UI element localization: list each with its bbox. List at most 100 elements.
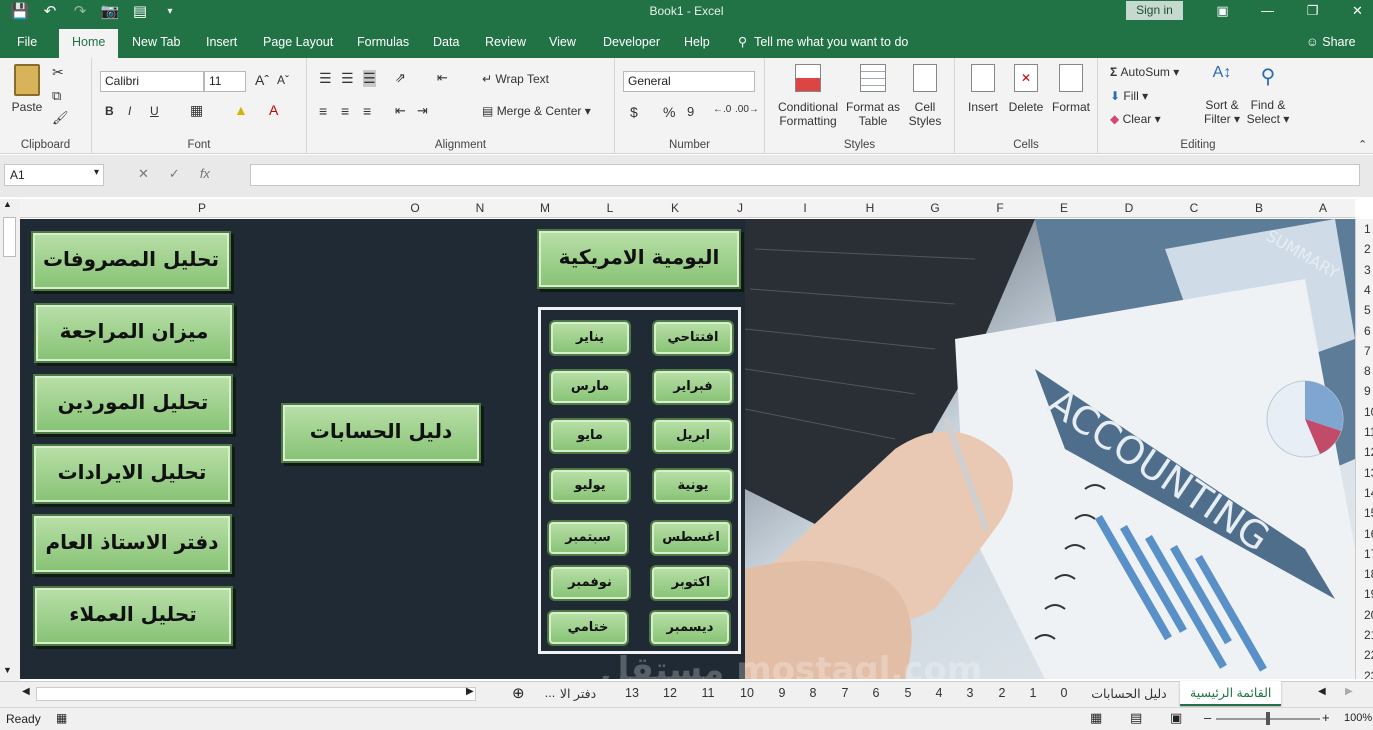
autosum-button[interactable]: Σ AutoSum ▾: [1110, 65, 1179, 79]
zoom-slider-thumb[interactable]: [1266, 712, 1270, 725]
row-header[interactable]: 14: [1364, 486, 1373, 500]
insert-function-icon[interactable]: fx: [200, 166, 210, 182]
sheet-tab[interactable]: ...: [545, 686, 555, 700]
close-icon[interactable]: ✕: [1335, 0, 1373, 24]
sheet-tab[interactable]: 1: [1030, 686, 1037, 700]
grow-font-icon[interactable]: Aˆ: [255, 72, 269, 88]
month-button-june[interactable]: يونية: [652, 468, 734, 504]
tell-me-search[interactable]: ⚲ Tell me what you want to do: [738, 34, 908, 49]
align-right-icon[interactable]: ≡: [363, 103, 371, 119]
trial-balance-button[interactable]: ميزان المراجعة: [34, 303, 234, 363]
row-header[interactable]: 1: [1364, 222, 1371, 236]
tab-formulas[interactable]: Formulas: [357, 35, 409, 49]
row-header[interactable]: 2: [1364, 242, 1371, 256]
tab-page-layout[interactable]: Page Layout: [263, 35, 333, 49]
row-header[interactable]: 23: [1364, 669, 1373, 679]
tab-home[interactable]: Home: [59, 29, 119, 58]
sheet-tab[interactable]: 4: [936, 686, 943, 700]
sheet-tab[interactable]: 11: [702, 686, 715, 700]
column-header[interactable]: P: [198, 201, 206, 215]
format-cells-button[interactable]: Format: [1049, 64, 1093, 114]
sheet-tab[interactable]: 13: [625, 686, 639, 700]
sheet-tab[interactable]: دفتر الا: [560, 686, 596, 701]
sheet-tab[interactable]: 8: [810, 686, 817, 700]
tab-help[interactable]: Help: [684, 35, 710, 49]
row-header[interactable]: 18: [1364, 567, 1373, 581]
row-header[interactable]: 8: [1364, 364, 1371, 378]
vertical-scrollbar[interactable]: ▲ ▼: [0, 199, 20, 681]
tab-developer[interactable]: Developer: [603, 35, 660, 49]
column-header[interactable]: G: [930, 201, 939, 215]
row-header[interactable]: 15: [1364, 506, 1373, 520]
column-header[interactable]: A: [1319, 201, 1327, 215]
zoom-level[interactable]: 100%: [1344, 712, 1372, 724]
scroll-up-icon[interactable]: ▲: [3, 199, 12, 209]
restore-icon[interactable]: ❐: [1290, 0, 1335, 24]
sign-in-button[interactable]: Sign in: [1126, 1, 1183, 20]
minimize-icon[interactable]: —: [1245, 0, 1290, 24]
row-header[interactable]: 9: [1364, 384, 1371, 398]
column-header[interactable]: K: [671, 201, 679, 215]
enter-icon[interactable]: ✓: [169, 166, 180, 182]
sheet-tab[interactable]: دليل الحسابات: [1091, 686, 1166, 701]
customers-analysis-button[interactable]: تحليل العملاء: [33, 586, 233, 646]
general-ledger-button[interactable]: دفتر الاستاذ العام: [32, 514, 232, 574]
column-header[interactable]: J: [737, 201, 743, 215]
percent-button[interactable]: %: [663, 104, 675, 120]
collapse-ribbon-icon[interactable]: ⌃: [1358, 138, 1367, 151]
top-align-icon[interactable]: ☰: [319, 70, 332, 87]
sheet-tab[interactable]: 12: [663, 686, 677, 700]
number-format-combo[interactable]: General: [623, 71, 755, 92]
horizontal-scrollbar[interactable]: [36, 687, 476, 701]
month-button-may[interactable]: مايو: [549, 418, 631, 454]
formula-input[interactable]: [250, 164, 1360, 186]
suppliers-analysis-button[interactable]: تحليل الموردين: [33, 374, 233, 434]
scroll-down-icon[interactable]: ▼: [3, 665, 12, 675]
column-header[interactable]: H: [866, 201, 875, 215]
find-select-button[interactable]: ⚲ Find & Select ▾: [1246, 64, 1290, 126]
month-button-march[interactable]: مارس: [549, 369, 631, 405]
wrap-text-button[interactable]: ↵ Wrap Text: [482, 72, 549, 86]
macro-record-icon[interactable]: ▦: [56, 711, 67, 725]
cell-styles-button[interactable]: Cell Styles: [903, 64, 947, 128]
expenses-analysis-button[interactable]: تحليل المصروفات: [31, 231, 231, 291]
column-header[interactable]: I: [803, 201, 806, 215]
sheet-tab[interactable]: 9: [779, 686, 786, 700]
american-journal-button[interactable]: اليومية الامريكية: [537, 229, 741, 289]
align-left-icon[interactable]: ≡: [319, 103, 327, 119]
page-layout-view-icon[interactable]: ▤: [1130, 710, 1142, 726]
font-size-combo[interactable]: 11: [204, 71, 246, 92]
insert-cells-button[interactable]: Insert: [963, 64, 1003, 114]
month-button-february[interactable]: فبراير: [652, 369, 734, 405]
hscroll-left-icon[interactable]: ◀: [22, 686, 30, 697]
month-button-november[interactable]: نوفمبر: [549, 565, 631, 601]
row-header[interactable]: 4: [1364, 283, 1371, 297]
fill-button[interactable]: ⬇ Fill ▾: [1110, 89, 1148, 103]
row-header[interactable]: 19: [1364, 587, 1373, 601]
format-as-table-button[interactable]: Format as Table: [845, 64, 901, 128]
sheet-tab[interactable]: 3: [967, 686, 974, 700]
merge-center-button[interactable]: ▤ Merge & Center ▾: [482, 104, 591, 118]
column-header[interactable]: E: [1060, 201, 1068, 215]
month-button-january[interactable]: يناير: [549, 320, 631, 356]
paste-button[interactable]: Paste: [8, 64, 46, 114]
delete-cells-button[interactable]: ✕ Delete: [1005, 64, 1047, 114]
row-header[interactable]: 10: [1364, 405, 1373, 419]
tab-insert[interactable]: Insert: [206, 35, 237, 49]
name-box[interactable]: A1 ▾: [4, 164, 104, 186]
row-header[interactable]: 12: [1364, 445, 1373, 459]
comma-button[interactable]: 9: [687, 104, 694, 119]
tab-file[interactable]: File: [17, 35, 37, 49]
increase-indent-icon[interactable]: ⇥: [417, 103, 428, 119]
row-header[interactable]: 11: [1364, 425, 1373, 439]
cut-icon[interactable]: ✂: [52, 64, 64, 81]
normal-view-icon[interactable]: ▦: [1090, 710, 1102, 726]
column-header[interactable]: L: [607, 201, 614, 215]
month-button-august[interactable]: اغسطس: [650, 520, 732, 556]
decrease-decimal-icon[interactable]: .00→: [735, 104, 759, 115]
sheet-nav-right-icon[interactable]: ▶: [1345, 686, 1353, 697]
clear-button[interactable]: ◆ Clear ▾: [1110, 112, 1161, 126]
month-button-july[interactable]: يوليو: [549, 468, 631, 504]
row-header[interactable]: 21: [1364, 628, 1373, 642]
zoom-out-icon[interactable]: –: [1204, 710, 1211, 725]
